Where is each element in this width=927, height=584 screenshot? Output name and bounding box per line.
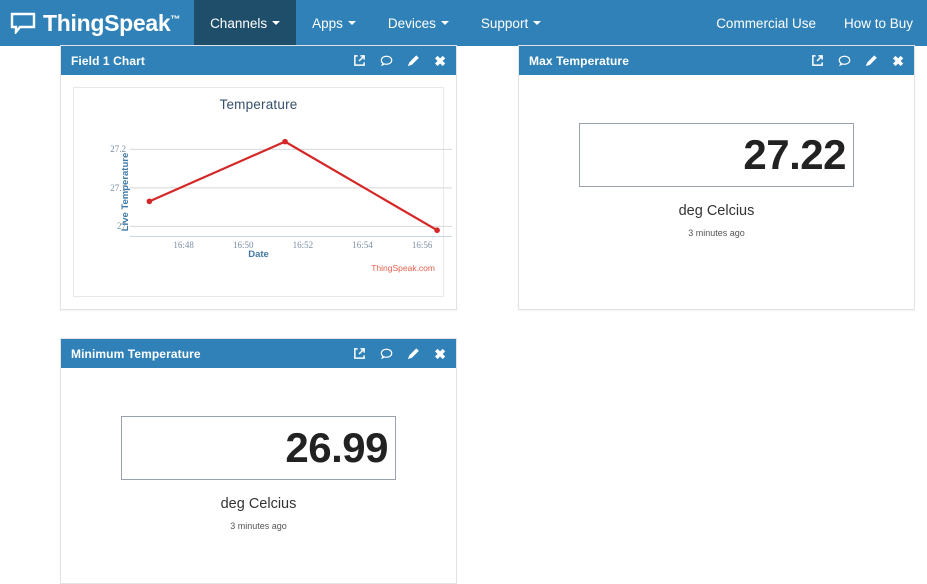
chart-y-ticks: 27.2 27.1 27 bbox=[100, 132, 126, 236]
chart-x-tick-label: 16:50 bbox=[233, 240, 254, 250]
chevron-down-icon bbox=[272, 21, 281, 25]
numeric-display: 26.99 deg Celcius 3 minutes ago bbox=[73, 380, 444, 571]
nav-right-group: Commercial Use How to Buy bbox=[702, 0, 927, 46]
numeric-timestamp: 3 minutes ago bbox=[688, 228, 745, 238]
widget-body: 27.22 deg Celcius 3 minutes ago bbox=[519, 75, 914, 309]
external-link-icon[interactable] bbox=[811, 54, 824, 67]
widget-header: Minimum Temperature ✖ bbox=[61, 339, 456, 368]
widget-field-1-chart: Field 1 Chart ✖ Temperature Live Tempera… bbox=[60, 45, 457, 310]
external-link-icon[interactable] bbox=[353, 54, 366, 67]
close-icon[interactable]: ✖ bbox=[434, 54, 446, 68]
close-icon[interactable]: ✖ bbox=[892, 54, 904, 68]
chart-y-tick-label: 27.1 bbox=[110, 182, 126, 193]
widget-action-group: ✖ bbox=[811, 54, 904, 68]
numeric-value: 26.99 bbox=[285, 424, 388, 471]
chart-x-ticks: 16:48 16:50 16:52 16:54 16:56 bbox=[130, 238, 452, 254]
comment-icon[interactable] bbox=[380, 54, 393, 67]
chart-x-tick-label: 16:52 bbox=[292, 240, 314, 250]
nav-item-label: Apps bbox=[312, 15, 343, 31]
widget-body: 26.99 deg Celcius 3 minutes ago bbox=[61, 368, 456, 583]
pencil-icon[interactable] bbox=[407, 347, 420, 360]
widget-title: Field 1 Chart bbox=[71, 53, 145, 68]
chat-bubble-icon bbox=[10, 12, 36, 34]
chart-plot-area bbox=[130, 138, 452, 234]
chevron-down-icon bbox=[347, 21, 356, 25]
widget-minimum-temperature: Minimum Temperature ✖ 26.99 deg Celcius … bbox=[60, 338, 457, 584]
brand-name: ThingSpeak™ bbox=[43, 9, 181, 36]
chart-series-line bbox=[148, 140, 438, 232]
numeric-value: 27.22 bbox=[743, 131, 846, 178]
nav-item-channels[interactable]: Channels bbox=[194, 0, 297, 46]
widget-max-temperature: Max Temperature ✖ 27.22 deg Celcius 3 mi… bbox=[518, 45, 915, 310]
chart-container: Temperature Live Temperature Date ThingS… bbox=[73, 87, 452, 297]
numeric-unit-label: deg Celcius bbox=[678, 203, 755, 219]
chevron-down-icon bbox=[440, 21, 449, 25]
chart-data-point[interactable] bbox=[282, 138, 288, 145]
nav-item-label: Channels bbox=[210, 15, 268, 31]
external-link-icon[interactable] bbox=[353, 347, 366, 360]
nav-left-group: Channels Apps Devices Support bbox=[194, 0, 557, 46]
chart-x-tick-label: 16:56 bbox=[411, 240, 433, 250]
nav-item-how-to-buy[interactable]: How to Buy bbox=[830, 0, 927, 46]
widget-title: Minimum Temperature bbox=[71, 346, 201, 361]
chart-x-tick-label: 16:54 bbox=[352, 240, 373, 250]
numeric-value-box: 27.22 bbox=[579, 123, 854, 187]
trademark-symbol: ™ bbox=[170, 13, 181, 25]
numeric-value-box: 26.99 bbox=[121, 416, 396, 480]
chevron-down-icon bbox=[533, 21, 542, 25]
close-icon[interactable]: ✖ bbox=[434, 347, 446, 361]
nav-item-label: Support bbox=[480, 15, 529, 31]
widget-action-group: ✖ bbox=[353, 347, 446, 361]
chart-watermark: ThingSpeak.com bbox=[371, 263, 435, 273]
pencil-icon[interactable] bbox=[865, 54, 878, 67]
nav-item-label: Devices bbox=[387, 15, 436, 31]
chart-data-point[interactable] bbox=[434, 227, 440, 234]
chart-title: Temperature bbox=[219, 97, 298, 112]
brand-logo-link[interactable]: ThingSpeak™ bbox=[0, 0, 194, 46]
chart-x-axis-line bbox=[130, 236, 452, 237]
widget-title: Max Temperature bbox=[529, 53, 629, 68]
nav-item-commercial-use[interactable]: Commercial Use bbox=[702, 0, 830, 46]
numeric-timestamp: 3 minutes ago bbox=[230, 521, 287, 531]
comment-icon[interactable] bbox=[838, 54, 851, 67]
top-navbar: ThingSpeak™ Channels Apps Devices Suppor… bbox=[0, 0, 927, 46]
nav-item-support[interactable]: Support bbox=[465, 0, 557, 46]
chart-x-tick-label: 16:48 bbox=[173, 240, 194, 250]
chart-data-point[interactable] bbox=[146, 198, 153, 205]
widget-header: Max Temperature ✖ bbox=[519, 46, 914, 75]
comment-icon[interactable] bbox=[380, 347, 393, 360]
pencil-icon[interactable] bbox=[407, 54, 420, 67]
chart-y-tick-label: 27 bbox=[117, 221, 126, 232]
numeric-unit-label: deg Celcius bbox=[220, 496, 297, 512]
widget-body: Temperature Live Temperature Date ThingS… bbox=[61, 75, 456, 309]
nav-item-apps[interactable]: Apps bbox=[296, 0, 372, 46]
widget-header: Field 1 Chart ✖ bbox=[61, 46, 456, 75]
numeric-display: 27.22 deg Celcius 3 minutes ago bbox=[531, 87, 902, 297]
widget-action-group: ✖ bbox=[353, 54, 446, 68]
chart-y-tick-label: 27.2 bbox=[110, 144, 126, 155]
nav-item-devices[interactable]: Devices bbox=[372, 0, 465, 46]
